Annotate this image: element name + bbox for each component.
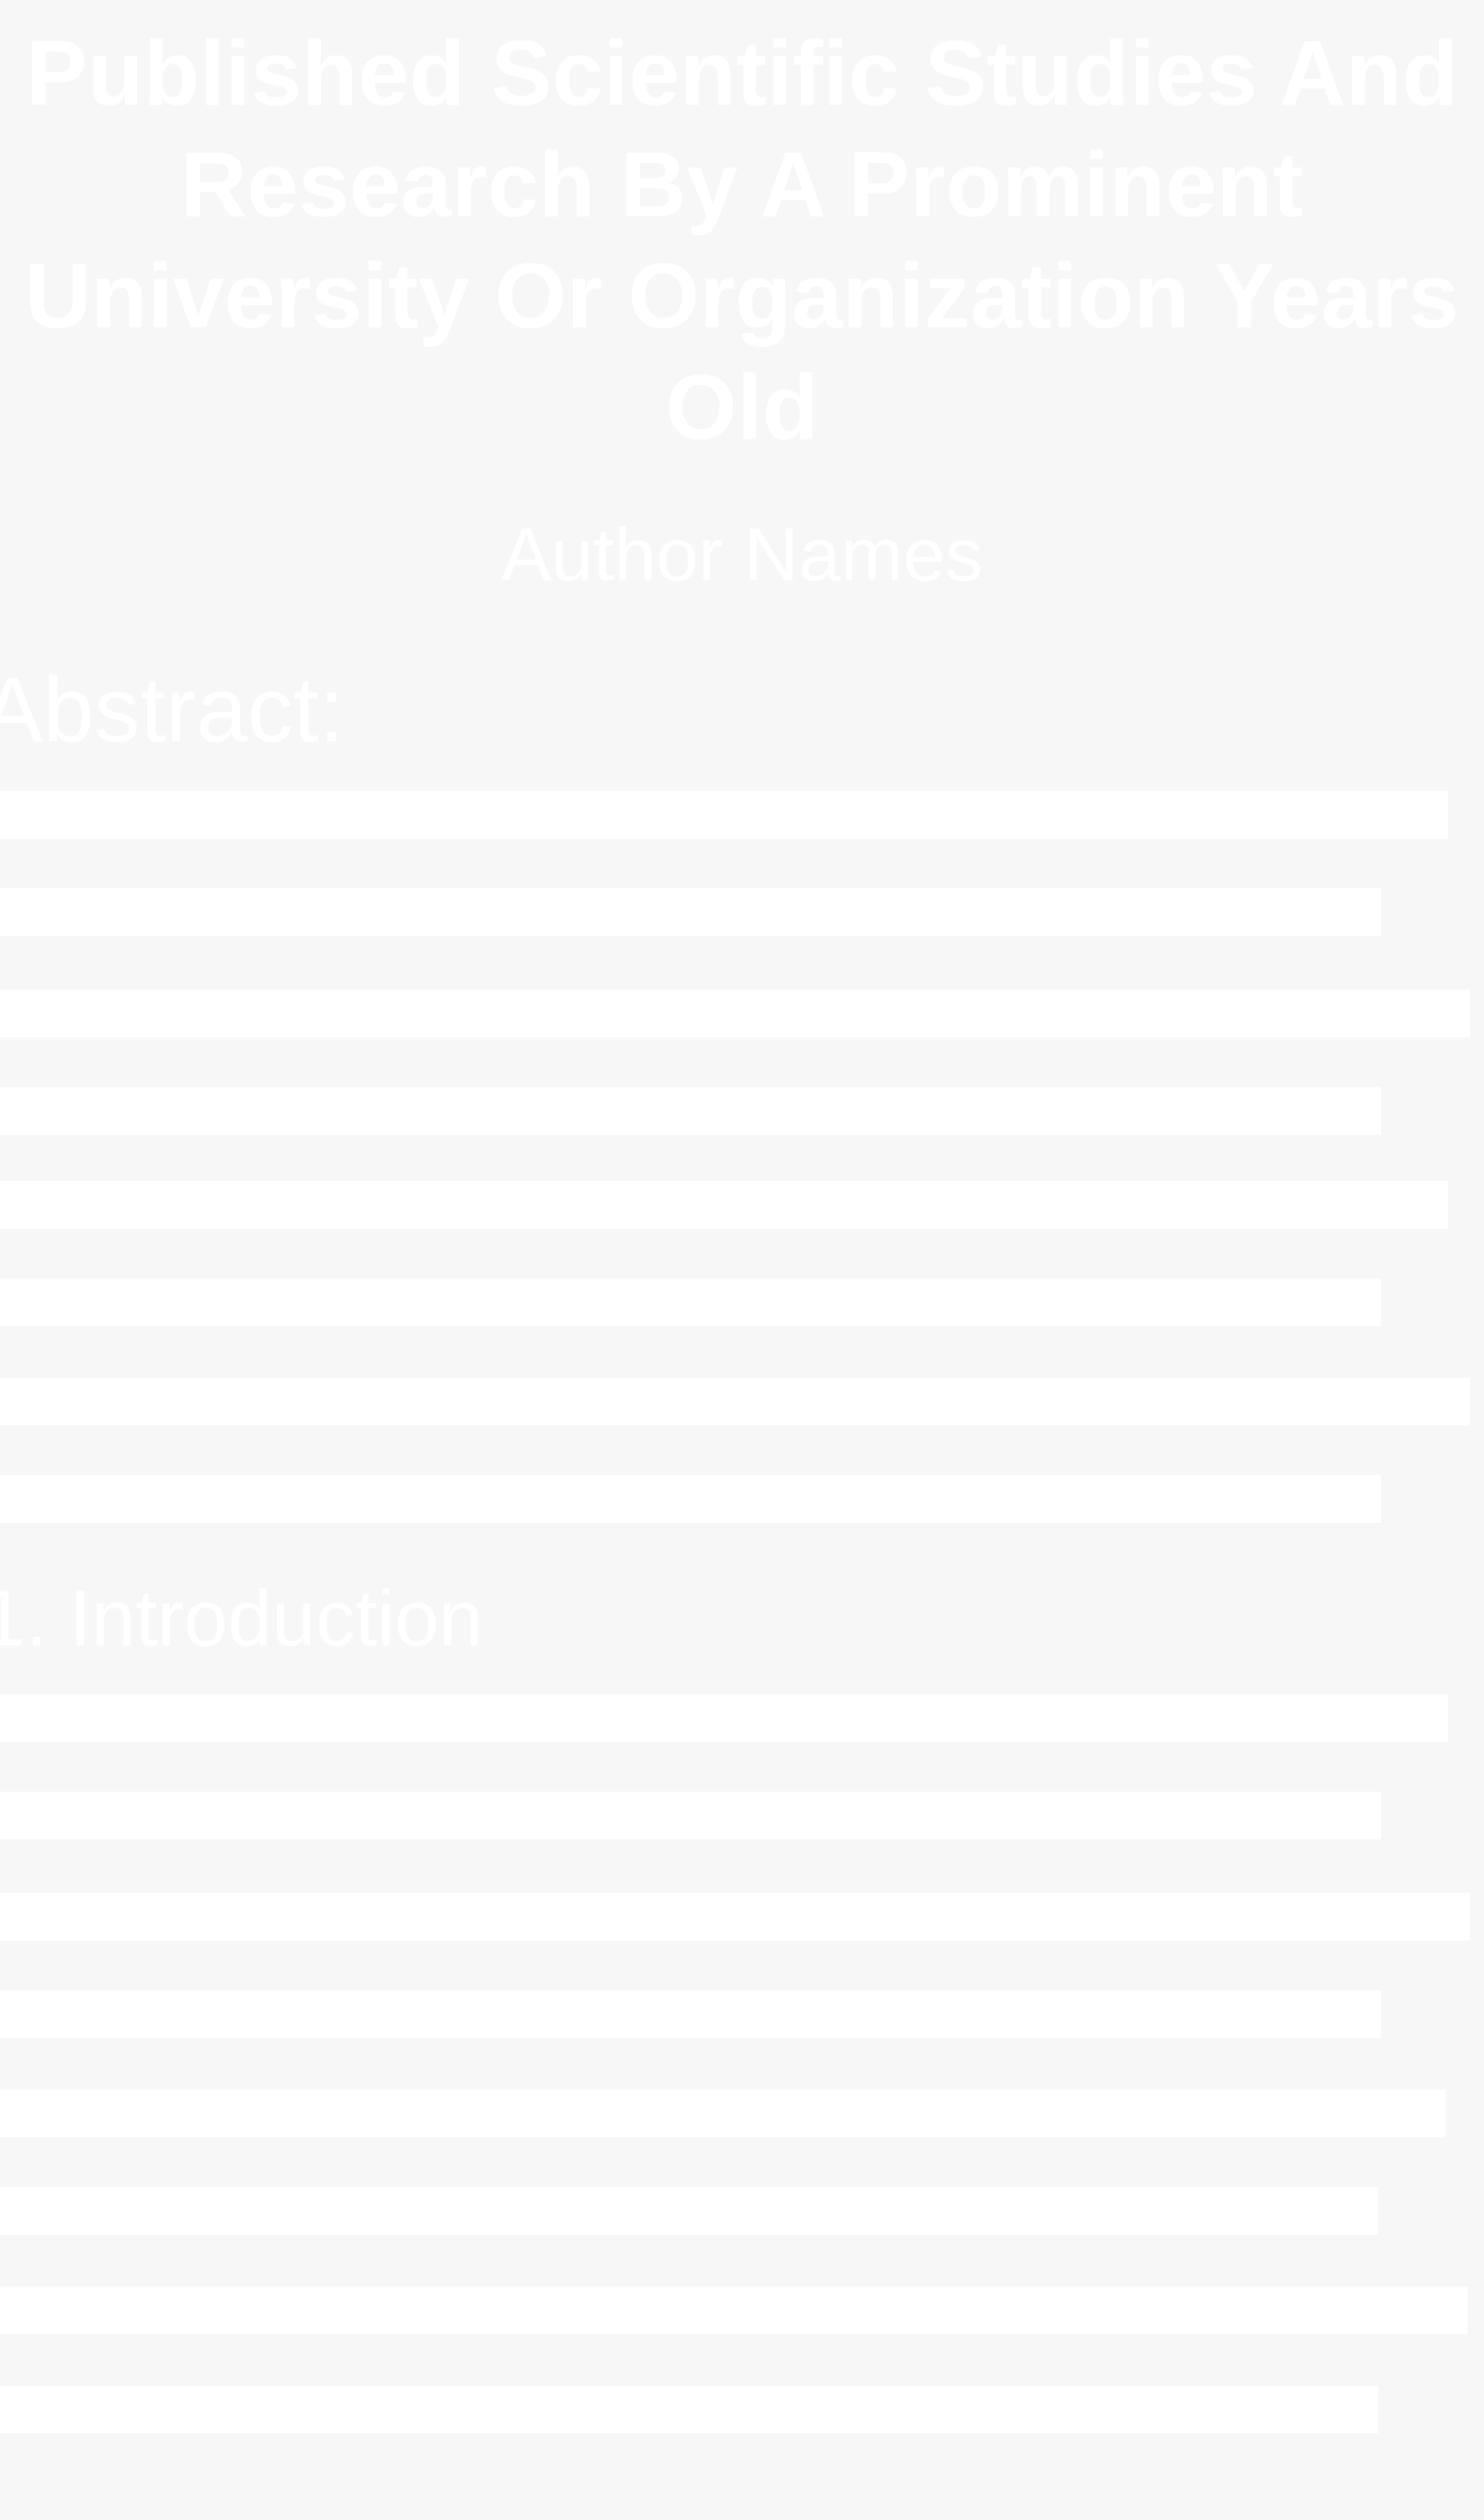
abstract-text-line xyxy=(0,1378,1470,1426)
abstract-text-line xyxy=(0,990,1470,1037)
paper-title: Published Scientific Studies And Researc… xyxy=(25,22,1459,459)
introduction-text-line xyxy=(0,1694,1448,1742)
introduction-text-line xyxy=(0,1792,1381,1839)
abstract-text-line xyxy=(0,888,1381,936)
introduction-text-line xyxy=(0,1990,1381,2038)
introduction-text-line xyxy=(0,2386,1378,2434)
abstract-text-line xyxy=(0,1475,1381,1523)
abstract-text-line xyxy=(0,791,1448,839)
abstract-text-line xyxy=(0,1278,1381,1326)
introduction-text-line xyxy=(0,2187,1378,2235)
abstract-heading: Abstract: xyxy=(0,659,345,762)
introduction-text-line xyxy=(0,1893,1470,1941)
abstract-text-line xyxy=(0,1087,1381,1135)
author-names: Author Names xyxy=(500,513,984,597)
introduction-text-line xyxy=(0,2090,1445,2137)
abstract-text-line xyxy=(0,1181,1448,1229)
introduction-text-line xyxy=(0,2286,1467,2334)
introduction-heading: 1. Introduction xyxy=(0,1575,484,1663)
